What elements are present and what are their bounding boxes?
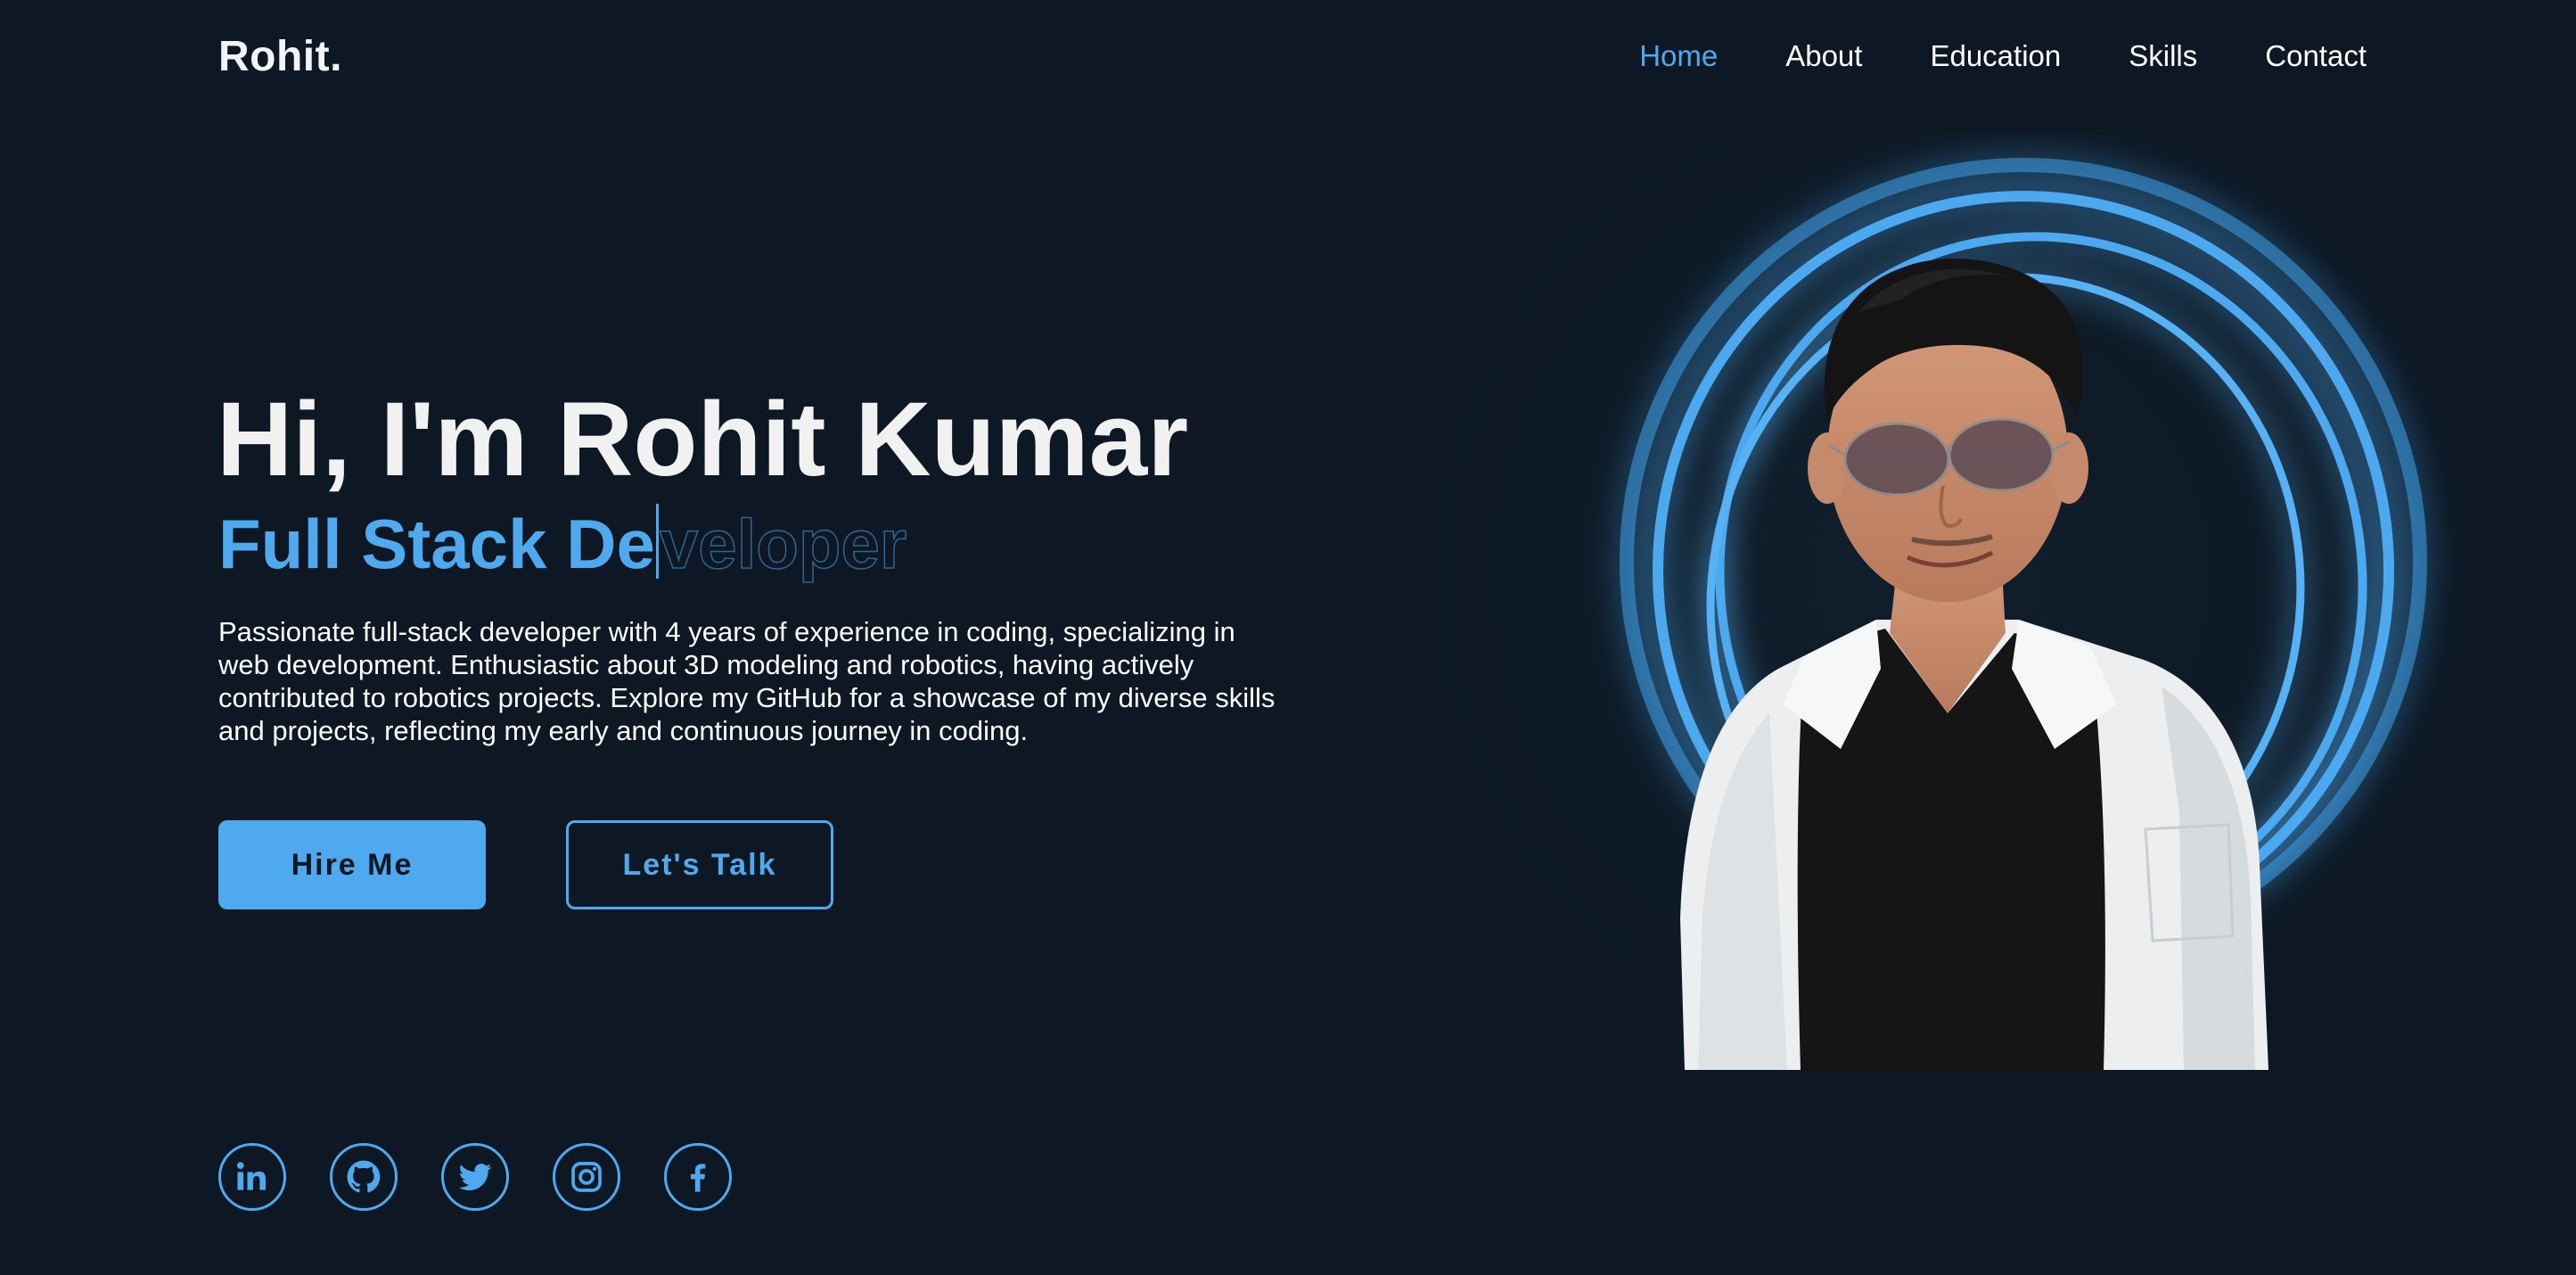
site-header: Rohit. Home About Education Skills Conta…: [0, 0, 2576, 116]
portrait-person: [1680, 259, 2268, 1070]
twitter-link[interactable]: [441, 1143, 509, 1211]
lets-talk-button[interactable]: Let's Talk: [566, 820, 833, 909]
nav-home[interactable]: Home: [1639, 39, 1718, 73]
twitter-icon: [458, 1164, 492, 1191]
hero-role-typing: Full Stack Developer: [218, 504, 907, 585]
social-links: [218, 1143, 775, 1211]
nav-contact[interactable]: Contact: [2265, 39, 2367, 73]
hire-me-button[interactable]: Hire Me: [218, 820, 486, 909]
facebook-icon: [691, 1164, 706, 1192]
linkedin-link[interactable]: [218, 1143, 286, 1211]
portfolio-page: Rohit. Home About Education Skills Conta…: [0, 0, 2576, 1275]
site-logo[interactable]: Rohit.: [218, 32, 342, 81]
hero-portrait: [1377, 134, 2473, 1115]
role-remaining-text: veloper: [659, 504, 907, 584]
portrait-illustration: [1620, 158, 2427, 1070]
linkedin-icon: [236, 1162, 267, 1190]
instagram-link[interactable]: [553, 1143, 620, 1211]
github-icon: [347, 1160, 381, 1193]
main-nav: Home About Education Skills Contact: [1639, 39, 2367, 73]
facebook-link[interactable]: [664, 1143, 732, 1211]
role-typed-text: Full Stack De: [218, 505, 655, 583]
github-link[interactable]: [330, 1143, 398, 1211]
nav-education[interactable]: Education: [1930, 39, 2061, 73]
hero-title: Hi, I'm Rohit Kumar: [217, 381, 1189, 498]
hero-description: Passionate full-stack developer with 4 y…: [218, 616, 1276, 746]
nav-about[interactable]: About: [1785, 39, 1862, 73]
instagram-icon: [571, 1162, 602, 1192]
typing-caret: [655, 504, 659, 579]
nav-skills[interactable]: Skills: [2129, 39, 2197, 73]
